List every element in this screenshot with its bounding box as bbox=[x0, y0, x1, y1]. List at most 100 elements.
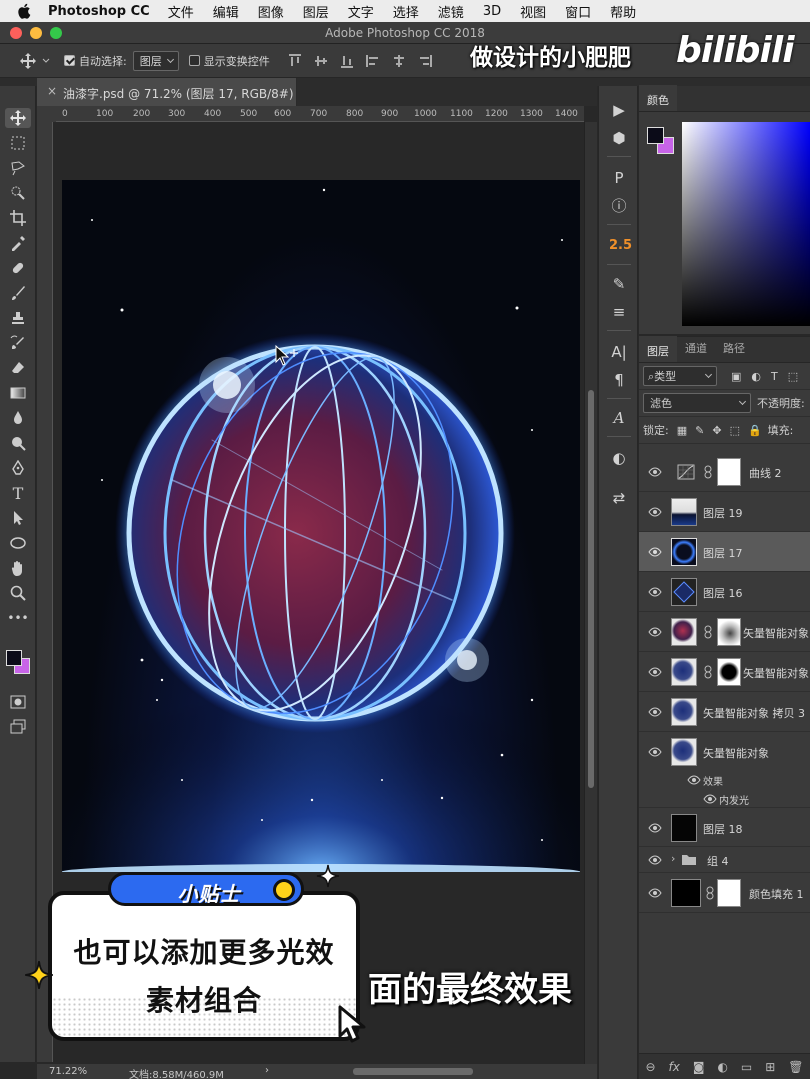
move-tool-icon[interactable] bbox=[20, 52, 36, 69]
layer-name[interactable]: 矢量智能对象 bbox=[743, 625, 809, 641]
layer-name[interactable]: 图层 16 bbox=[703, 585, 743, 601]
layer-name[interactable]: 图层 19 bbox=[703, 505, 743, 521]
eye-icon[interactable] bbox=[648, 505, 662, 519]
more-tools[interactable]: ••• bbox=[7, 608, 28, 628]
adjustments-icon[interactable]: ◐ bbox=[609, 448, 629, 468]
layer-row[interactable]: 颜色填充 1 bbox=[639, 873, 810, 913]
align-left-icon[interactable] bbox=[365, 54, 380, 68]
layer-mask-thumbnail[interactable] bbox=[717, 458, 741, 486]
menu-help[interactable]: 帮助 bbox=[610, 2, 636, 21]
menu-filter[interactable]: 滤镜 bbox=[438, 2, 464, 21]
eye-icon[interactable] bbox=[648, 705, 662, 719]
eye-icon[interactable] bbox=[648, 853, 662, 867]
dodge-tool[interactable] bbox=[8, 433, 28, 453]
horizontal-scrollbar-thumb[interactable] bbox=[353, 1068, 473, 1075]
eye-icon[interactable] bbox=[648, 821, 662, 835]
document-tab[interactable]: × 油漆字.psd @ 71.2% (图层 17, RGB/8#) * bbox=[37, 78, 303, 106]
auto-select-checkbox[interactable] bbox=[64, 55, 75, 66]
gradient-tool[interactable] bbox=[8, 383, 28, 403]
eye-icon[interactable] bbox=[648, 545, 662, 559]
layer-row[interactable]: 矢量智能对象 bbox=[639, 732, 810, 772]
layer-row[interactable]: 图层 16 bbox=[639, 572, 810, 612]
hand-tool[interactable] bbox=[8, 558, 28, 578]
layer-filter-dropdown[interactable]: ⌕类型 bbox=[643, 366, 717, 386]
layer-row[interactable]: 图层 18 bbox=[639, 807, 810, 847]
filter-image-icon[interactable]: ▣ bbox=[731, 370, 741, 383]
screen-mode-tool[interactable] bbox=[8, 717, 28, 737]
ellipse-tool[interactable] bbox=[8, 533, 28, 553]
foreground-color-swatch[interactable] bbox=[6, 650, 22, 666]
lock-pixels-icon[interactable]: ✎ bbox=[695, 424, 704, 437]
eye-icon[interactable] bbox=[648, 886, 662, 900]
tab-paths[interactable]: 路径 bbox=[715, 340, 753, 362]
play-action-icon[interactable]: ▶ bbox=[609, 100, 629, 120]
show-transform-checkbox[interactable] bbox=[188, 55, 200, 66]
tool-preset-chevron-icon[interactable] bbox=[42, 57, 50, 65]
align-top-icon[interactable] bbox=[288, 53, 302, 68]
info-icon[interactable]: ⓘ bbox=[609, 196, 629, 216]
version-badge[interactable]: 2.5 bbox=[609, 236, 632, 256]
quick-mask-tool[interactable] bbox=[8, 692, 28, 712]
horizontal-ruler[interactable]: 0 100 200 300 400 500 600 700 800 900 10… bbox=[56, 106, 584, 122]
menu-file[interactable]: 文件 bbox=[168, 2, 194, 21]
character-icon[interactable]: A| bbox=[609, 342, 629, 362]
effects-label[interactable]: 效果 bbox=[703, 773, 723, 788]
auto-select-dropdown[interactable]: 图层 bbox=[132, 50, 179, 71]
app-name-menu[interactable]: Photoshop CC bbox=[48, 4, 150, 19]
trash-icon[interactable]: 🗑 bbox=[788, 1060, 803, 1074]
lock-position-icon[interactable]: ✥ bbox=[712, 424, 721, 437]
brush-settings-icon[interactable]: ✎ bbox=[609, 274, 629, 294]
layer-mask-thumbnail[interactable] bbox=[717, 658, 741, 686]
panel-foreground-swatch[interactable] bbox=[647, 127, 664, 144]
menu-3d[interactable]: 3D bbox=[483, 4, 501, 19]
menu-window[interactable]: 窗口 bbox=[565, 2, 591, 21]
layer-name[interactable]: 颜色填充 1 bbox=[749, 886, 804, 902]
layer-row[interactable]: 矢量智能对象 bbox=[639, 612, 810, 652]
3d-cube-icon[interactable]: ⬢ bbox=[609, 128, 629, 148]
layer-name[interactable]: 图层 17 bbox=[703, 545, 743, 561]
blur-tool[interactable] bbox=[8, 408, 28, 428]
zoom-tool[interactable] bbox=[8, 583, 28, 603]
canvas-vertical-scrollbar[interactable] bbox=[584, 122, 597, 1064]
tab-channels[interactable]: 通道 bbox=[677, 340, 715, 362]
layer-group-row[interactable]: › 组 4 bbox=[639, 847, 810, 873]
menu-select[interactable]: 选择 bbox=[393, 2, 419, 21]
inner-glow-label[interactable]: 内发光 bbox=[719, 792, 749, 807]
paragraph-icon[interactable]: ¶ bbox=[609, 370, 629, 390]
add-mask-icon[interactable]: ◙ bbox=[693, 1060, 705, 1074]
lasso-tool[interactable] bbox=[8, 158, 28, 178]
menu-type[interactable]: 文字 bbox=[348, 2, 374, 21]
link-layers-icon[interactable]: ⊖ bbox=[645, 1060, 655, 1074]
menu-image[interactable]: 图像 bbox=[258, 2, 284, 21]
layer-name[interactable]: 矢量智能对象 bbox=[743, 665, 809, 681]
eyedropper-tool[interactable] bbox=[8, 233, 28, 253]
pen-tool[interactable] bbox=[8, 458, 28, 478]
new-group-icon[interactable]: ▭ bbox=[741, 1060, 752, 1074]
layer-mask-thumbnail[interactable] bbox=[717, 618, 741, 646]
history-brush-tool[interactable] bbox=[8, 333, 28, 353]
menu-edit[interactable]: 编辑 bbox=[213, 2, 239, 21]
tab-color[interactable]: 颜色 bbox=[639, 85, 677, 111]
quick-select-tool[interactable] bbox=[8, 183, 28, 203]
move-tool[interactable] bbox=[5, 108, 31, 128]
adjust-sliders-icon[interactable]: ≡ bbox=[609, 302, 629, 322]
scrollbar-thumb[interactable] bbox=[588, 390, 594, 788]
fx-icon[interactable]: fx bbox=[669, 1060, 680, 1074]
menu-view[interactable]: 视图 bbox=[520, 2, 546, 21]
inner-glow-eye-icon[interactable] bbox=[703, 792, 717, 806]
new-layer-icon[interactable]: ⊞ bbox=[765, 1060, 775, 1074]
glyphs-icon[interactable]: A bbox=[609, 408, 629, 428]
lock-artboard-icon[interactable]: ⬚ bbox=[730, 424, 740, 437]
chain-link-icon[interactable] bbox=[703, 625, 713, 639]
eye-icon[interactable] bbox=[648, 625, 662, 639]
eye-icon[interactable] bbox=[648, 585, 662, 599]
stamp-tool[interactable] bbox=[8, 308, 28, 328]
marquee-tool[interactable] bbox=[8, 133, 28, 153]
document-canvas[interactable] bbox=[62, 180, 580, 872]
zoom-level[interactable]: 71.22% bbox=[49, 1066, 87, 1077]
layer-row[interactable]: 曲线 2 bbox=[639, 452, 810, 492]
filter-type-icon[interactable]: T bbox=[771, 370, 778, 383]
group-name[interactable]: 组 4 bbox=[707, 853, 729, 869]
ruler-corner[interactable] bbox=[37, 106, 56, 122]
plugin-p-icon[interactable]: P bbox=[609, 168, 629, 188]
